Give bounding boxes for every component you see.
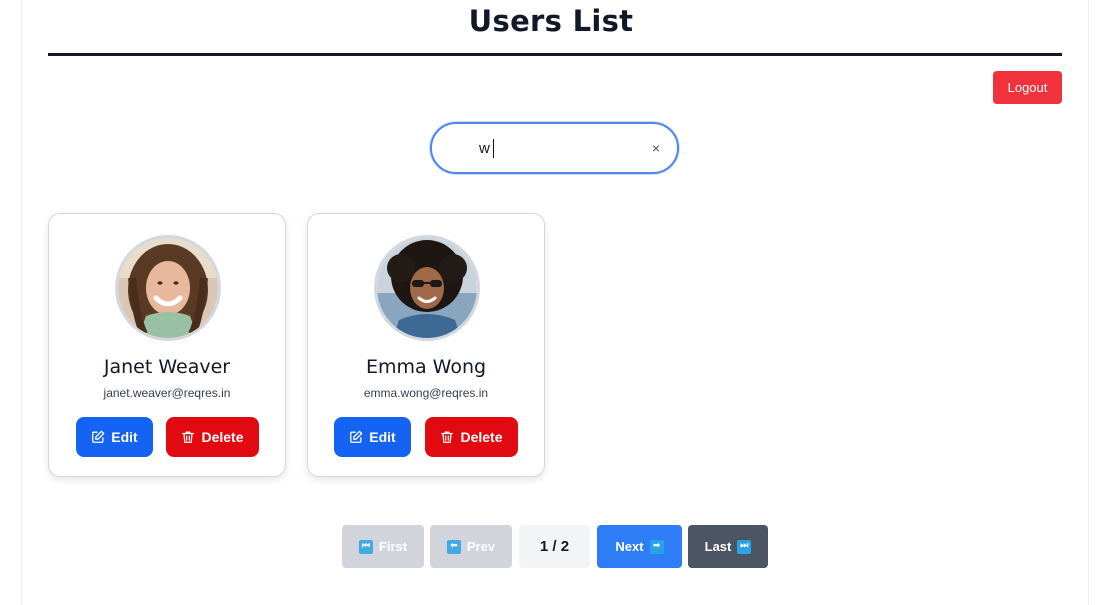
delete-label: Delete <box>460 429 503 445</box>
user-name: Emma Wong <box>365 356 487 378</box>
edit-button[interactable]: Edit <box>334 417 411 457</box>
last-page-icon: ⏭ <box>737 539 752 554</box>
edit-icon <box>92 430 105 443</box>
first-page-button[interactable]: ⏮ First <box>342 525 424 568</box>
last-page-button[interactable]: Last ⏭ <box>688 525 768 568</box>
close-icon[interactable]: × <box>646 138 666 158</box>
avatar <box>374 235 480 341</box>
user-card: Janet Weaver janet.weaver@reqres.in Edit… <box>48 213 286 477</box>
avatar <box>115 235 221 341</box>
user-email: emma.wong@reqres.in <box>363 386 489 400</box>
delete-button[interactable]: Delete <box>166 417 259 457</box>
text-caret <box>493 139 494 158</box>
title-divider <box>48 53 1062 56</box>
user-email: janet.weaver@reqres.in <box>103 386 231 400</box>
edit-label: Edit <box>369 429 396 445</box>
avatar-photo-emma <box>377 238 477 338</box>
prev-page-label: Prev <box>466 539 496 554</box>
prev-arrow-icon: ⬅ <box>446 539 461 554</box>
trash-icon <box>441 431 454 443</box>
user-name: Janet Weaver <box>103 356 231 378</box>
prev-page-button[interactable]: ⬅ Prev <box>430 525 512 568</box>
avatar-photo-janet <box>118 238 218 338</box>
delete-label: Delete <box>201 429 244 445</box>
first-page-label: First <box>378 539 408 554</box>
search-box[interactable]: × <box>430 122 679 174</box>
content-border-left <box>21 0 22 605</box>
user-card: Emma Wong emma.wong@reqres.in Edit Delet… <box>307 213 545 477</box>
page-indicator: 1 / 2 <box>519 525 590 568</box>
first-page-icon: ⏮ <box>358 539 373 554</box>
next-page-label: Next <box>615 539 644 554</box>
search-input[interactable] <box>479 137 629 159</box>
edit-icon <box>350 430 363 443</box>
page-title: Users List <box>468 4 634 38</box>
trash-icon <box>182 431 195 443</box>
edit-button[interactable]: Edit <box>76 417 153 457</box>
next-arrow-icon: ➡ <box>649 539 664 554</box>
next-page-button[interactable]: Next ➡ <box>597 525 682 568</box>
logout-button[interactable]: Logout <box>993 71 1062 104</box>
users-page: Users List Logout × Janet Weaver janet.w… <box>0 0 1102 605</box>
last-page-label: Last <box>704 539 732 554</box>
edit-label: Edit <box>111 429 138 445</box>
delete-button[interactable]: Delete <box>425 417 518 457</box>
content-border-right <box>1088 0 1089 605</box>
